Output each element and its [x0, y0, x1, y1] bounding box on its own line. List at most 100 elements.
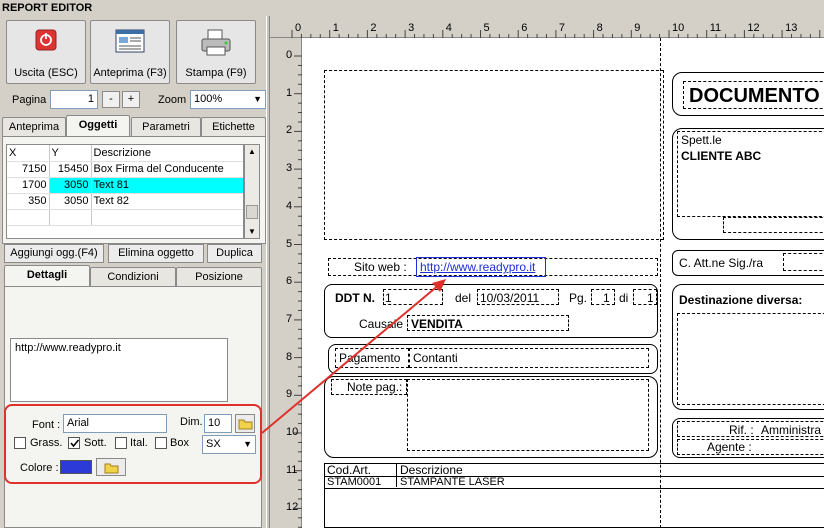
items-header-line	[324, 476, 824, 477]
cell-descrizione: Text 81	[91, 177, 243, 194]
destination-box[interactable]: Destinazione diversa:	[672, 284, 824, 410]
tab-dettagli[interactable]: Dettagli	[4, 265, 90, 286]
column-header-y[interactable]: Y	[49, 145, 92, 162]
page-label: Pagina	[12, 94, 47, 106]
causale-label: Causale	[359, 317, 404, 331]
items-column-divider	[396, 463, 397, 487]
zoom-select[interactable]: 100% ▼	[190, 90, 266, 109]
item-code[interactable]: STAM0001	[327, 475, 381, 489]
ruler-label: 8	[596, 22, 603, 34]
document-title-box[interactable]: DOCUMENTO	[672, 72, 824, 116]
payment-notes-label: Note pag.:	[347, 380, 403, 394]
italic-checkbox[interactable]	[115, 437, 127, 449]
scroll-up-icon: ▲	[248, 147, 256, 156]
items-row-line	[324, 488, 824, 489]
ruler-label: 7	[558, 22, 566, 34]
box-checkbox[interactable]	[155, 437, 167, 449]
payment-value[interactable]: Contanti	[413, 351, 458, 365]
ddt-date[interactable]: 10/03/2011	[480, 291, 539, 305]
reference-box[interactable]: Rif. : Amministra Agente :	[672, 418, 824, 458]
font-picker-button[interactable]	[235, 414, 255, 433]
zoom-value: 100%	[194, 93, 223, 105]
page-input[interactable]: 1	[50, 90, 98, 109]
ruler-label: 0	[286, 49, 293, 61]
ruler-label: 2	[370, 22, 377, 34]
client-name[interactable]: CLIENTE ABC	[681, 149, 761, 163]
website-label[interactable]: Sito web :	[354, 260, 407, 274]
table-row[interactable]: 1700 3050 Text 81	[7, 177, 243, 194]
underline-checkbox[interactable]	[68, 437, 80, 449]
cell-y: 3050	[49, 193, 92, 210]
table-row[interactable]: 7150 15450 Box Firma del Conducente	[7, 161, 243, 178]
tab-etichette[interactable]: Etichette	[201, 117, 266, 136]
font-size-input[interactable]: 10	[204, 414, 232, 433]
cell-x: 7150	[7, 161, 50, 178]
ruler-label: 10	[286, 426, 299, 438]
print-button[interactable]: Stampa (F9)	[176, 20, 256, 84]
tab-anteprima[interactable]: Anteprima	[2, 117, 66, 136]
exit-button[interactable]: Uscita (ESC)	[6, 20, 86, 84]
ruler-label: 6	[286, 275, 293, 288]
attn-box[interactable]: C. Att.ne Sig./ra	[672, 250, 824, 276]
reference-label: Rif. :	[729, 423, 754, 437]
ruler-label: 3	[286, 162, 293, 175]
tab-parametri[interactable]: Parametri	[131, 117, 201, 136]
ruler-label: 4	[445, 22, 452, 34]
ruler-label: 9	[286, 388, 293, 401]
tab-posizione[interactable]: Posizione	[176, 267, 262, 286]
duplicate-button[interactable]: Duplica	[207, 244, 262, 263]
font-input[interactable]: Arial	[63, 414, 167, 433]
print-button-label: Stampa (F9)	[185, 67, 247, 79]
preview-button-label: Anteprima (F3)	[93, 67, 167, 79]
page-total[interactable]: 1	[647, 291, 654, 305]
website-link[interactable]: http://www.readypro.it	[420, 260, 535, 274]
logo-box[interactable]	[324, 70, 664, 240]
delete-object-button[interactable]: Elimina oggetto	[108, 244, 204, 263]
items-table[interactable]	[324, 463, 824, 528]
ruler-label: 1	[332, 22, 339, 34]
item-description[interactable]: STAMPANTE LASER	[400, 475, 505, 489]
page-num[interactable]: 1	[603, 291, 610, 305]
page-decrement-button[interactable]: -	[102, 91, 120, 108]
payment-box[interactable]: Pagamento Contanti	[328, 344, 658, 374]
text-value-field[interactable]: http://www.readypro.it	[10, 338, 228, 402]
reference-value[interactable]: Amministra	[761, 423, 821, 437]
page-increment-button[interactable]: +	[122, 91, 140, 108]
vertical-scrollbar[interactable]: ▲ ▼	[244, 144, 260, 239]
ruler-label: 2	[286, 124, 293, 137]
report-canvas[interactable]: DOCUMENTO Spett.le CLIENTE ABC Sito web …	[302, 38, 824, 528]
bold-label: Grass.	[30, 437, 63, 449]
ruler-label: 12	[286, 501, 299, 514]
dim-label: Dim.	[180, 416, 203, 428]
document-title[interactable]: DOCUMENTO	[689, 85, 820, 107]
bold-checkbox[interactable]	[14, 437, 26, 449]
di-label: di	[619, 291, 629, 305]
causale-value[interactable]: VENDITA	[411, 317, 463, 331]
ddt-number[interactable]: 1	[385, 291, 392, 305]
client-box[interactable]: Spett.le CLIENTE ABC	[672, 128, 824, 240]
alignment-value: SX	[206, 438, 221, 450]
payment-notes-box[interactable]: Note pag.:	[324, 376, 658, 458]
table-row[interactable]: 350 3050 Text 82	[7, 193, 243, 210]
tab-condizioni[interactable]: Condizioni	[90, 267, 176, 286]
column-header-x[interactable]: X	[7, 145, 50, 162]
page-num-label: Pg.	[569, 291, 588, 305]
checkmark-icon	[70, 439, 80, 448]
zoom-label: Zoom	[158, 94, 187, 106]
ruler-label: 13	[785, 22, 798, 34]
add-object-button[interactable]: Aggiungi ogg.(F4)	[4, 244, 104, 263]
column-header-descrizione[interactable]: Descrizione	[91, 145, 243, 162]
preview-button[interactable]: Anteprima (F3)	[90, 20, 170, 84]
cell-y: 3050	[49, 177, 92, 194]
scroll-thumb[interactable]	[246, 205, 258, 219]
destination-label: Destinazione diversa:	[679, 293, 803, 307]
color-swatch[interactable]	[60, 460, 92, 474]
exit-button-label: Uscita (ESC)	[14, 67, 78, 79]
tab-oggetti[interactable]: Oggetti	[66, 115, 130, 136]
alignment-select[interactable]: SX ▼	[202, 435, 256, 454]
agent-label: Agente :	[707, 440, 752, 454]
window-title: REPORT EDITOR	[0, 0, 824, 16]
ddt-box[interactable]: DDT N. 1 del 10/03/2011 Pg. 1 di 1 Causa…	[324, 284, 658, 338]
color-picker-button[interactable]	[96, 458, 126, 476]
ruler-label: 5	[483, 22, 490, 34]
